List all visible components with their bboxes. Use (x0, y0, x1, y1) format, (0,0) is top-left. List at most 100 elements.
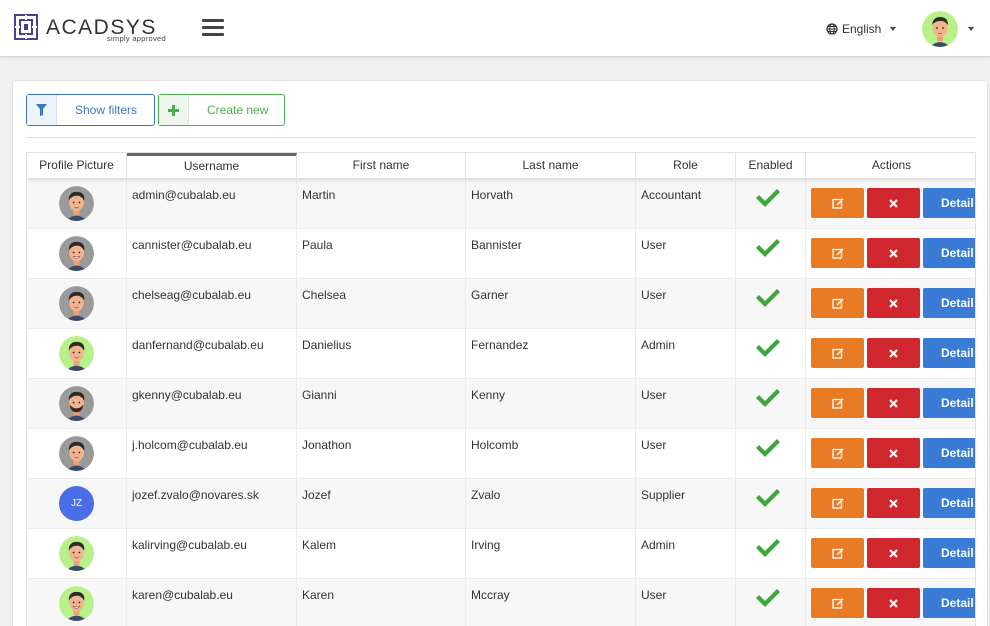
table-row[interactable]: JZ jozef.zvalo@novares.sk Jozef Zvalo Suppli… (27, 479, 975, 529)
detail-button[interactable]: Detail (923, 488, 975, 518)
username-text: j.holcom@cubalab.eu (132, 438, 248, 452)
table-row[interactable]: kalirving@cubalab.eu Kalem Irving Admin Deta… (27, 529, 975, 579)
delete-button[interactable] (867, 338, 920, 368)
cell-first-name: Kalem (297, 529, 466, 579)
delete-button[interactable] (867, 188, 920, 218)
language-selector[interactable]: English (826, 20, 897, 38)
last-name-text: Horvath (471, 188, 514, 202)
table-row[interactable]: danfernand@cubalab.eu Danielius Fernandez A… (27, 329, 975, 379)
detail-button[interactable]: Detail (923, 588, 975, 618)
column-header-last-name[interactable]: Last name (466, 153, 636, 179)
username-text: kalirving@cubalab.eu (132, 538, 247, 552)
delete-button[interactable] (867, 438, 920, 468)
edit-button[interactable] (811, 288, 864, 318)
close-icon (889, 498, 898, 508)
user-menu-chevron-icon[interactable] (968, 27, 974, 31)
table-row[interactable]: j.holcom@cubalab.eu Jonathon Holcomb User De… (27, 429, 975, 479)
detail-button[interactable]: Detail (923, 538, 975, 568)
table-row[interactable]: cannister@cubalab.eu Paula Bannister User De… (27, 229, 975, 279)
edit-button[interactable] (811, 338, 864, 368)
edit-button[interactable] (811, 388, 864, 418)
table-row[interactable]: chelseag@cubalab.eu Chelsea Garner User Deta… (27, 279, 975, 329)
edit-button[interactable] (811, 438, 864, 468)
cell-role: User (636, 379, 736, 429)
delete-button[interactable] (867, 238, 920, 268)
cell-username: cannister@cubalab.eu (127, 229, 297, 279)
cell-username: danfernand@cubalab.eu (127, 329, 297, 379)
cell-last-name: Mccray (466, 579, 636, 626)
table-row[interactable]: karen@cubalab.eu Karen Mccray User Detail (27, 579, 975, 626)
detail-button[interactable]: Detail (923, 388, 975, 418)
cell-role: Accountant (636, 179, 736, 229)
cell-enabled (736, 479, 806, 529)
show-filters-button[interactable]: Show filters (26, 94, 155, 126)
language-label: English (842, 22, 882, 36)
username-text: chelseag@cubalab.eu (132, 288, 251, 302)
detail-button[interactable]: Detail (923, 238, 975, 268)
avatar (59, 586, 94, 621)
cell-last-name: Kenny (466, 379, 636, 429)
delete-button[interactable] (867, 388, 920, 418)
cell-actions: Detail (806, 279, 975, 329)
column-header-role[interactable]: Role (636, 153, 736, 179)
check-icon (755, 488, 781, 508)
edit-icon (831, 498, 843, 509)
table-row[interactable]: gkenny@cubalab.eu Gianni Kenny User Detail (27, 379, 975, 429)
column-header-enabled[interactable]: Enabled (736, 153, 806, 179)
chevron-down-icon (890, 27, 897, 31)
cell-last-name: Horvath (466, 179, 636, 229)
detail-button[interactable]: Detail (923, 188, 975, 218)
role-text: User (641, 288, 667, 302)
cell-actions: Detail (806, 579, 975, 626)
delete-button[interactable] (867, 588, 920, 618)
cell-role: Admin (636, 529, 736, 579)
detail-button[interactable]: Detail (923, 438, 975, 468)
cell-pic: JZ (27, 479, 127, 529)
detail-button[interactable]: Detail (923, 288, 975, 318)
cell-pic (27, 579, 127, 626)
cell-pic (27, 379, 127, 429)
last-name-text: Holcomb (471, 438, 519, 452)
cell-enabled (736, 429, 806, 479)
column-header-actions: Actions (871, 158, 912, 172)
globe-icon (826, 23, 838, 35)
column-header-first-name[interactable]: First name (297, 153, 466, 179)
edit-icon (831, 398, 843, 409)
cell-role: Supplier (636, 479, 736, 529)
cell-username: kalirving@cubalab.eu (127, 529, 297, 579)
create-new-button[interactable]: Create new (158, 94, 285, 126)
column-header-profile-picture[interactable]: Profile Picture (27, 153, 127, 179)
check-icon (755, 538, 781, 558)
delete-button[interactable] (867, 488, 920, 518)
first-name-text: Paula (302, 238, 333, 252)
delete-button[interactable] (867, 538, 920, 568)
edit-button[interactable] (811, 588, 864, 618)
menu-toggle-icon[interactable] (202, 18, 224, 38)
table-row[interactable]: admin@cubalab.eu Martin Horvath Accountant D… (27, 179, 975, 229)
check-icon (755, 388, 781, 408)
edit-button[interactable] (811, 488, 864, 518)
users-table: Profile Picture Username First name Last… (26, 152, 976, 626)
edit-button[interactable] (811, 238, 864, 268)
column-header-username[interactable]: Username (127, 153, 297, 179)
logo-tagline: simply approved (106, 34, 166, 43)
cell-role: User (636, 579, 736, 626)
cell-username: karen@cubalab.eu (127, 579, 297, 626)
cell-username: admin@cubalab.eu (127, 179, 297, 229)
detail-button[interactable]: Detail (923, 338, 975, 368)
last-name-text: Fernandez (471, 338, 529, 352)
avatar (59, 336, 94, 371)
delete-button[interactable] (867, 288, 920, 318)
avatar (59, 536, 94, 571)
acadsys-logo[interactable]: ACADSYS simply approved (14, 14, 166, 44)
edit-button[interactable] (811, 538, 864, 568)
edit-icon (831, 598, 843, 609)
cell-last-name: Bannister (466, 229, 636, 279)
cell-first-name: Danielius (297, 329, 466, 379)
create-new-label: Create new (207, 103, 269, 117)
cell-actions: Detail (806, 529, 975, 579)
first-name-text: Jozef (302, 488, 331, 502)
cell-enabled (736, 579, 806, 626)
edit-button[interactable] (811, 188, 864, 218)
user-avatar[interactable] (922, 11, 958, 47)
